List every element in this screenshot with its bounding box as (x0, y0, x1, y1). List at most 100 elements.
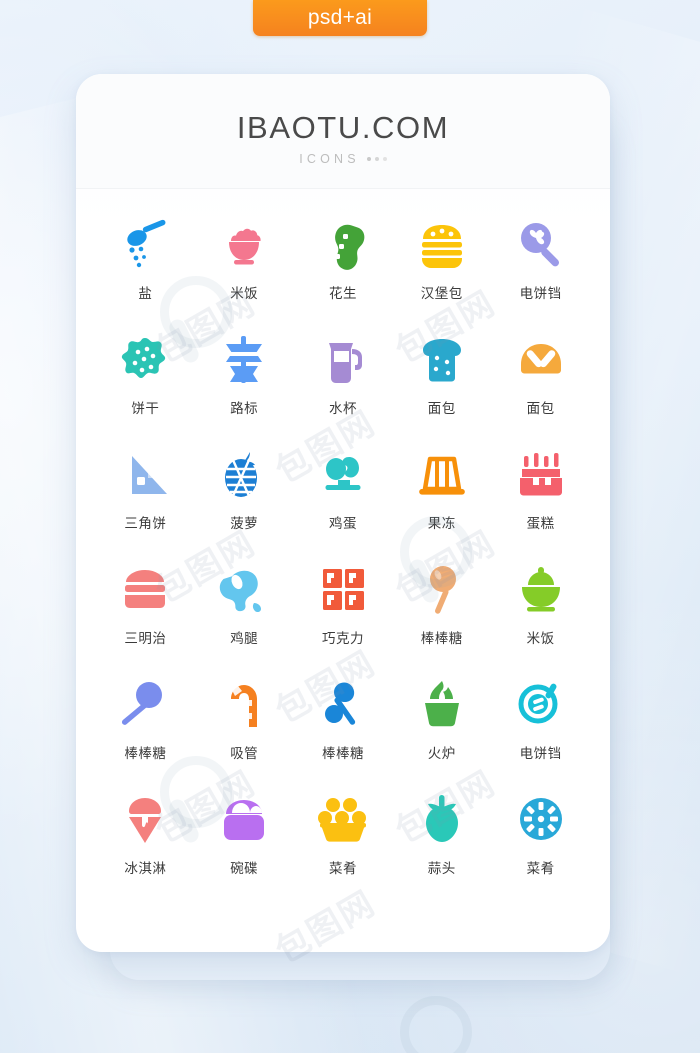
icon-label: 花生 (328, 286, 357, 302)
jelly-icon (413, 445, 471, 503)
icon-label: 棒棒糖 (321, 746, 364, 762)
icon-cell-dish-blue[interactable]: 菜肴 (491, 790, 590, 883)
card-header: IBAOTU.COM ICONS (76, 74, 610, 189)
icon-cell-rice-bowl[interactable]: 米饭 (195, 215, 294, 308)
rice-bowl-icon (215, 215, 273, 273)
lollipop-violet-icon (116, 675, 174, 733)
icon-label: 火炉 (427, 746, 456, 762)
icon-label: 吸管 (230, 746, 259, 762)
signpost-icon (215, 330, 273, 388)
salt-icon (116, 215, 174, 273)
icon-label: 蒜头 (427, 861, 456, 877)
icon-cell-griddle-purple[interactable]: 电饼铛 (491, 215, 590, 308)
page-title: IBAOTU.COM (236, 110, 450, 145)
icon-cell-cookie[interactable]: 饼干 (96, 330, 195, 423)
ice-cream-icon (116, 790, 174, 848)
garlic-icon (413, 790, 471, 848)
griddle-pan-icon (512, 215, 570, 273)
dish-blue-icon (512, 790, 570, 848)
subtitle-text: ICONS (299, 152, 360, 166)
icon-cell-lollipop-blue[interactable]: 棒棒糖 (294, 675, 393, 768)
icon-set-card: IBAOTU.COM ICONS 盐 米饭 花生 汉堡包 电饼铛 饼干 路标 水… (76, 74, 610, 952)
icon-label: 面包 (526, 401, 555, 417)
watermark-logo-icon (400, 996, 472, 1053)
icon-label: 鸡蛋 (328, 516, 357, 532)
icon-cell-candy-cane[interactable]: 吸管 (195, 675, 294, 768)
icon-label: 菠萝 (230, 516, 259, 532)
lollipop-blue-icon (314, 675, 372, 733)
icon-label: 电饼铛 (519, 286, 562, 302)
candy-cane-icon (215, 675, 273, 733)
icon-cell-sandwich[interactable]: 三明治 (96, 560, 195, 653)
lollipop-round-icon (413, 560, 471, 618)
hamburger-icon (413, 215, 471, 273)
icon-cell-egg[interactable]: 鸡蛋 (294, 445, 393, 538)
icon-label: 巧克力 (321, 631, 364, 647)
icon-label: 菜肴 (328, 861, 357, 877)
icon-label: 碗碟 (230, 861, 259, 877)
dish-yellow-icon (314, 790, 372, 848)
icon-cell-garlic[interactable]: 蒜头 (392, 790, 491, 883)
icon-cell-lollipop-violet[interactable]: 棒棒糖 (96, 675, 195, 768)
icon-cell-chocolate[interactable]: 巧克力 (294, 560, 393, 653)
icon-cell-stove[interactable]: 火炉 (392, 675, 491, 768)
icon-label: 面包 (427, 401, 456, 417)
icon-label: 盐 (138, 286, 153, 302)
icon-label: 棒棒糖 (420, 631, 463, 647)
icon-label: 菜肴 (526, 861, 555, 877)
pineapple-icon (215, 445, 273, 503)
icon-label: 鸡腿 (230, 631, 259, 647)
icon-cell-hamburger[interactable]: 汉堡包 (392, 215, 491, 308)
icon-label: 三明治 (124, 631, 167, 647)
icon-label: 电饼铛 (519, 746, 562, 762)
stove-icon (413, 675, 471, 733)
format-badge: psd+ai (253, 0, 427, 36)
pitcher-icon (314, 330, 372, 388)
icon-grid: 盐 米饭 花生 汉堡包 电饼铛 饼干 路标 水杯 面包 面包 三角饼 菠萝 鸡蛋… (76, 189, 610, 893)
egg-icon (314, 445, 372, 503)
icon-label: 路标 (230, 401, 259, 417)
icon-cell-water-pitcher[interactable]: 水杯 (294, 330, 393, 423)
icon-cell-bread-bun[interactable]: 面包 (491, 330, 590, 423)
cake-icon (512, 445, 570, 503)
chocolate-icon (314, 560, 372, 618)
icon-label: 果冻 (427, 516, 456, 532)
icon-cell-cake[interactable]: 蛋糕 (491, 445, 590, 538)
icon-label: 三角饼 (124, 516, 167, 532)
icon-cell-chicken-leg[interactable]: 鸡腿 (195, 560, 294, 653)
icon-cell-pineapple[interactable]: 菠萝 (195, 445, 294, 538)
icon-label: 米饭 (230, 286, 259, 302)
icon-cell-bread-slice[interactable]: 面包 (392, 330, 491, 423)
icon-cell-signpost[interactable]: 路标 (195, 330, 294, 423)
icon-label: 棒棒糖 (124, 746, 167, 762)
cookie-icon (116, 330, 174, 388)
bread-slice-icon (413, 330, 471, 388)
icon-label: 冰淇淋 (124, 861, 167, 877)
rice-bowl-green-icon (512, 560, 570, 618)
icon-cell-lollipop-round[interactable]: 棒棒糖 (392, 560, 491, 653)
icon-cell-bowl-dish[interactable]: 碗碟 (195, 790, 294, 883)
ellipsis-dots-icon (366, 157, 387, 161)
icon-label: 水杯 (328, 401, 357, 417)
icon-label: 蛋糕 (526, 516, 555, 532)
icon-cell-jelly[interactable]: 果冻 (392, 445, 491, 538)
page-root: psd+ai IBAOTU.COM ICONS 盐 米饭 花生 汉堡包 电饼铛 (0, 0, 700, 1053)
griddle-cyan-icon (512, 675, 570, 733)
icon-cell-peanut[interactable]: 花生 (294, 215, 393, 308)
chicken-leg-icon (215, 560, 273, 618)
sandwich-icon (116, 560, 174, 618)
peanut-icon (314, 215, 372, 273)
page-subtitle: ICONS (76, 152, 610, 166)
triangle-pie-icon (116, 445, 174, 503)
bowl-dish-icon (215, 790, 273, 848)
icon-cell-triangle-pie[interactable]: 三角饼 (96, 445, 195, 538)
icon-cell-ice-cream[interactable]: 冰淇淋 (96, 790, 195, 883)
icon-cell-dish-yellow[interactable]: 菜肴 (294, 790, 393, 883)
icon-cell-griddle-cyan[interactable]: 电饼铛 (491, 675, 590, 768)
bread-bun-icon (512, 330, 570, 388)
icon-cell-rice-bowl-green[interactable]: 米饭 (491, 560, 590, 653)
icon-cell-salt[interactable]: 盐 (96, 215, 195, 308)
icon-label: 汉堡包 (420, 286, 463, 302)
icon-label: 米饭 (526, 631, 555, 647)
icon-label: 饼干 (131, 401, 160, 417)
